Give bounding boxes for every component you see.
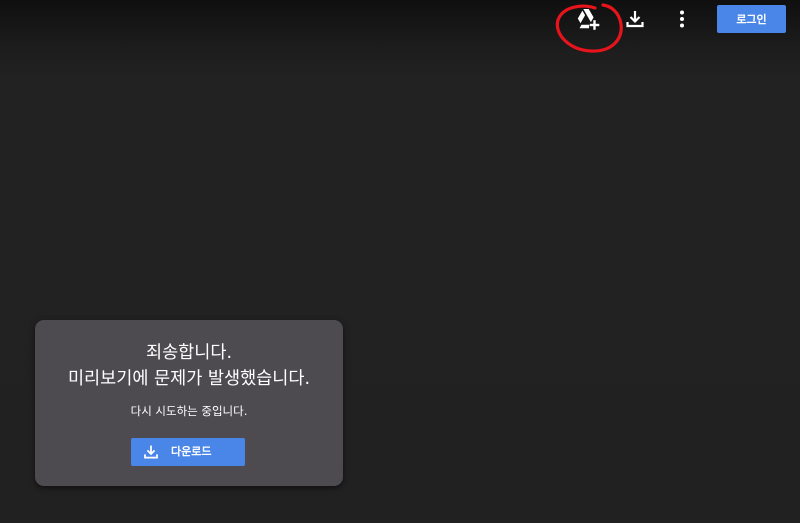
preview-error-card: 죄송합니다. 미리보기에 문제가 발생했습니다. 다시 시도하는 중입니다. 다… <box>35 320 343 486</box>
drive-add-icon <box>577 9 600 30</box>
login-button[interactable]: 로그인 <box>717 5 786 33</box>
download-icon <box>626 11 644 28</box>
download-file-button[interactable]: 다운로드 <box>131 438 245 466</box>
more-options-button[interactable] <box>667 4 697 34</box>
add-to-drive-button[interactable] <box>574 4 604 34</box>
drive-preview-page: 로그인 죄송합니다. 미리보기에 문제가 발생했습니다. 다시 시도하는 중입니… <box>0 0 800 523</box>
error-title: 죄송합니다. 미리보기에 문제가 발생했습니다. <box>35 320 343 392</box>
error-title-line1: 죄송합니다. <box>145 343 233 363</box>
top-toolbar: 로그인 <box>0 0 800 50</box>
download-button[interactable] <box>620 4 650 34</box>
error-subtitle: 다시 시도하는 중입니다. <box>130 404 248 418</box>
download-button-label: 다운로드 <box>171 445 212 458</box>
more-vert-icon <box>680 10 684 28</box>
error-title-line2: 미리보기에 문제가 발생했습니다. <box>67 369 311 389</box>
download-icon <box>144 445 158 459</box>
